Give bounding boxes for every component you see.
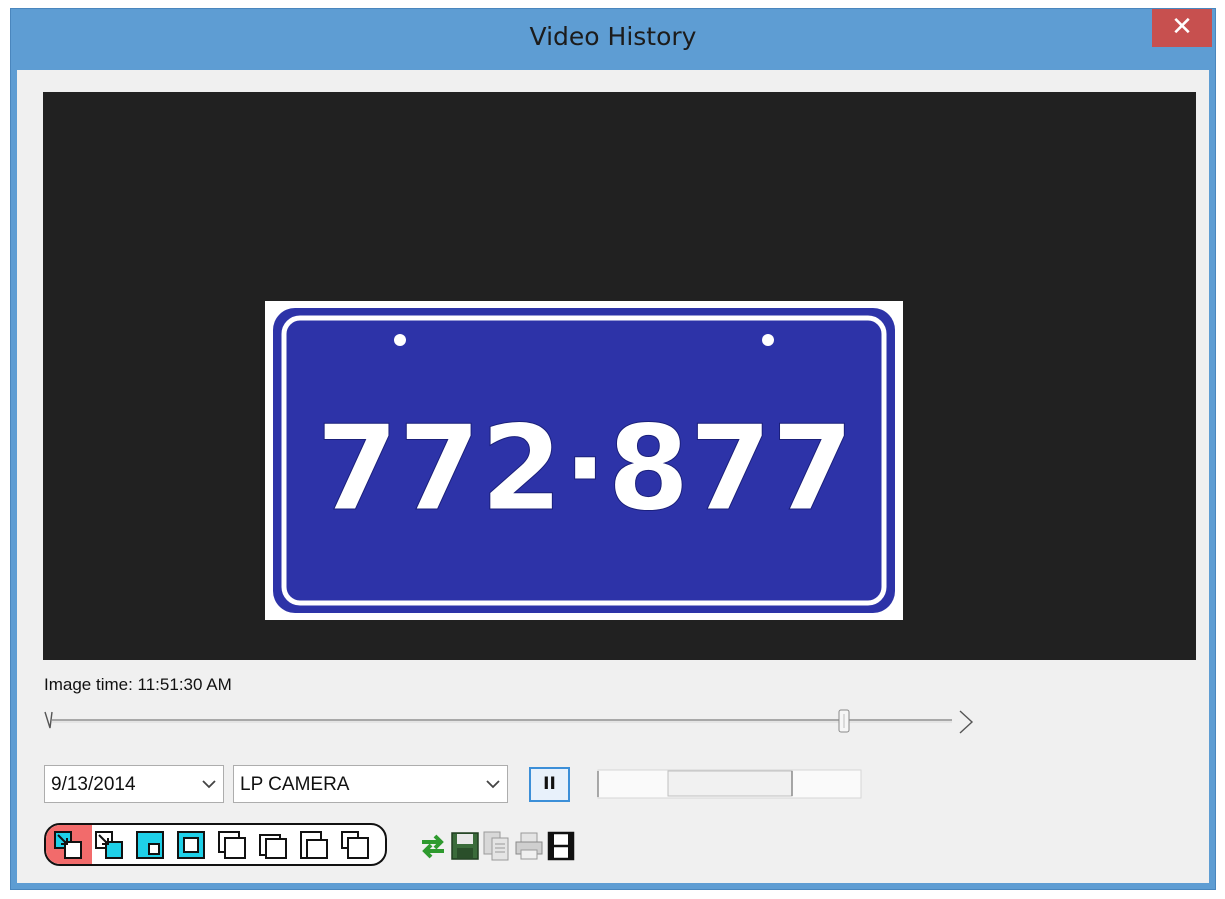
close-button[interactable]: ✕ xyxy=(1152,9,1212,47)
camera-value: LP CAMERA xyxy=(240,774,350,795)
layout-3x3-icon[interactable] xyxy=(134,829,166,861)
layout-2x2-icon[interactable] xyxy=(93,829,125,861)
layout-6x6-icon[interactable] xyxy=(257,829,289,861)
window-title: Video History xyxy=(529,22,697,51)
save-icon[interactable] xyxy=(449,830,481,862)
copy-icon[interactable] xyxy=(481,830,513,862)
layout-7x7-icon[interactable] xyxy=(298,829,330,861)
refresh-icon[interactable] xyxy=(417,830,449,862)
pause-button[interactable]: II xyxy=(529,767,570,802)
layout-1x1-icon[interactable] xyxy=(52,829,84,861)
film-icon[interactable] xyxy=(545,830,577,862)
layout-4x4-icon[interactable] xyxy=(175,829,207,861)
chevron-down-icon xyxy=(486,780,500,789)
license-plate-image: 772·877 xyxy=(265,301,903,620)
chevron-down-icon xyxy=(202,780,216,789)
date-dropdown[interactable]: 9/13/2014 xyxy=(44,765,224,803)
layout-5x5-icon[interactable] xyxy=(216,829,248,861)
window-client-area: 772·877 Image time: 11:51:30 AM 9/13/201… xyxy=(17,70,1209,883)
date-value: 9/13/2014 xyxy=(51,774,136,795)
camera-dropdown[interactable]: LP CAMERA xyxy=(233,765,508,803)
print-icon[interactable] xyxy=(513,830,545,862)
plate-number-text: 772·877 xyxy=(316,399,853,537)
timeline-thumb[interactable] xyxy=(838,709,850,733)
title-bar[interactable]: Video History ✕ xyxy=(11,9,1215,69)
video-viewport: 772·877 xyxy=(43,92,1196,660)
image-time-label: Image time: 11:51:30 AM xyxy=(44,675,232,694)
layout-8x8-icon[interactable] xyxy=(339,829,371,861)
timeline-slider[interactable] xyxy=(42,706,992,736)
layout-button-group xyxy=(44,823,387,866)
video-history-window: Video History ✕ 772·877 Image time: 11:5… xyxy=(10,8,1216,890)
speed-slider-thumb[interactable] xyxy=(667,770,793,797)
playback-speed-slider[interactable] xyxy=(597,765,863,803)
